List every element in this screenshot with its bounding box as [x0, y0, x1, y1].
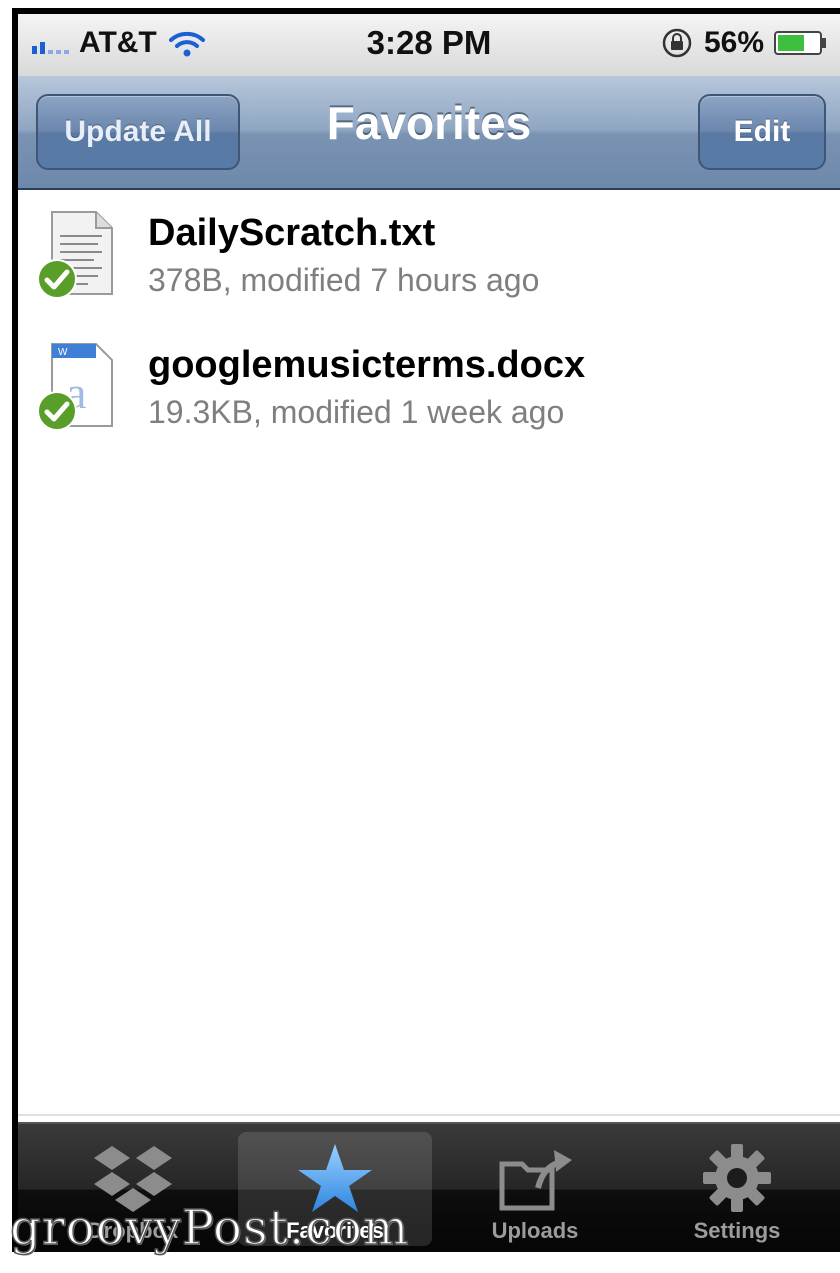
checkmark-icon — [37, 391, 77, 431]
tab-uploads[interactable]: Uploads — [438, 1132, 632, 1246]
upload-folder-icon — [499, 1150, 572, 1211]
phone-screen: AT&T 3:28 PM 56% Update All Favorites Ed… — [12, 8, 840, 1252]
screenshot-frame: AT&T 3:28 PM 56% Update All Favorites Ed… — [0, 0, 840, 1273]
file-meta: 378B, modified 7 hours ago — [148, 262, 540, 298]
favorites-list: DailyScratch.txt 378B, modified 7 hours … — [18, 190, 840, 1128]
status-bar: AT&T 3:28 PM 56% — [18, 14, 840, 76]
empty-row — [18, 850, 840, 984]
rotation-lock-icon — [662, 28, 692, 58]
file-meta: 19.3KB, modified 1 week ago — [148, 394, 565, 430]
file-name: DailyScratch.txt — [148, 212, 436, 254]
status-right: 56% — [660, 26, 828, 60]
svg-text:W: W — [58, 347, 68, 358]
file-row-googlemusicterms[interactable]: W a googlemusicterms.docx 19.3KB, modifi… — [18, 322, 840, 456]
watermark: groovyPost.com — [9, 1199, 410, 1257]
empty-row — [18, 718, 840, 852]
empty-row — [18, 454, 840, 588]
battery-percent: 56% — [703, 26, 764, 59]
empty-row — [18, 982, 840, 1116]
file-name: googlemusicterms.docx — [148, 344, 586, 386]
tab-label: Settings — [693, 1218, 781, 1243]
checkmark-icon — [37, 259, 77, 299]
empty-row — [18, 586, 840, 720]
file-row-dailyscratch[interactable]: DailyScratch.txt 378B, modified 7 hours … — [18, 190, 840, 324]
edit-button[interactable]: Edit — [698, 94, 826, 170]
battery-icon — [774, 31, 826, 55]
tab-settings[interactable]: Settings — [640, 1132, 834, 1246]
tab-label: Uploads — [491, 1218, 579, 1243]
gear-icon — [703, 1144, 771, 1212]
navigation-bar: Update All Favorites Edit — [18, 76, 840, 190]
